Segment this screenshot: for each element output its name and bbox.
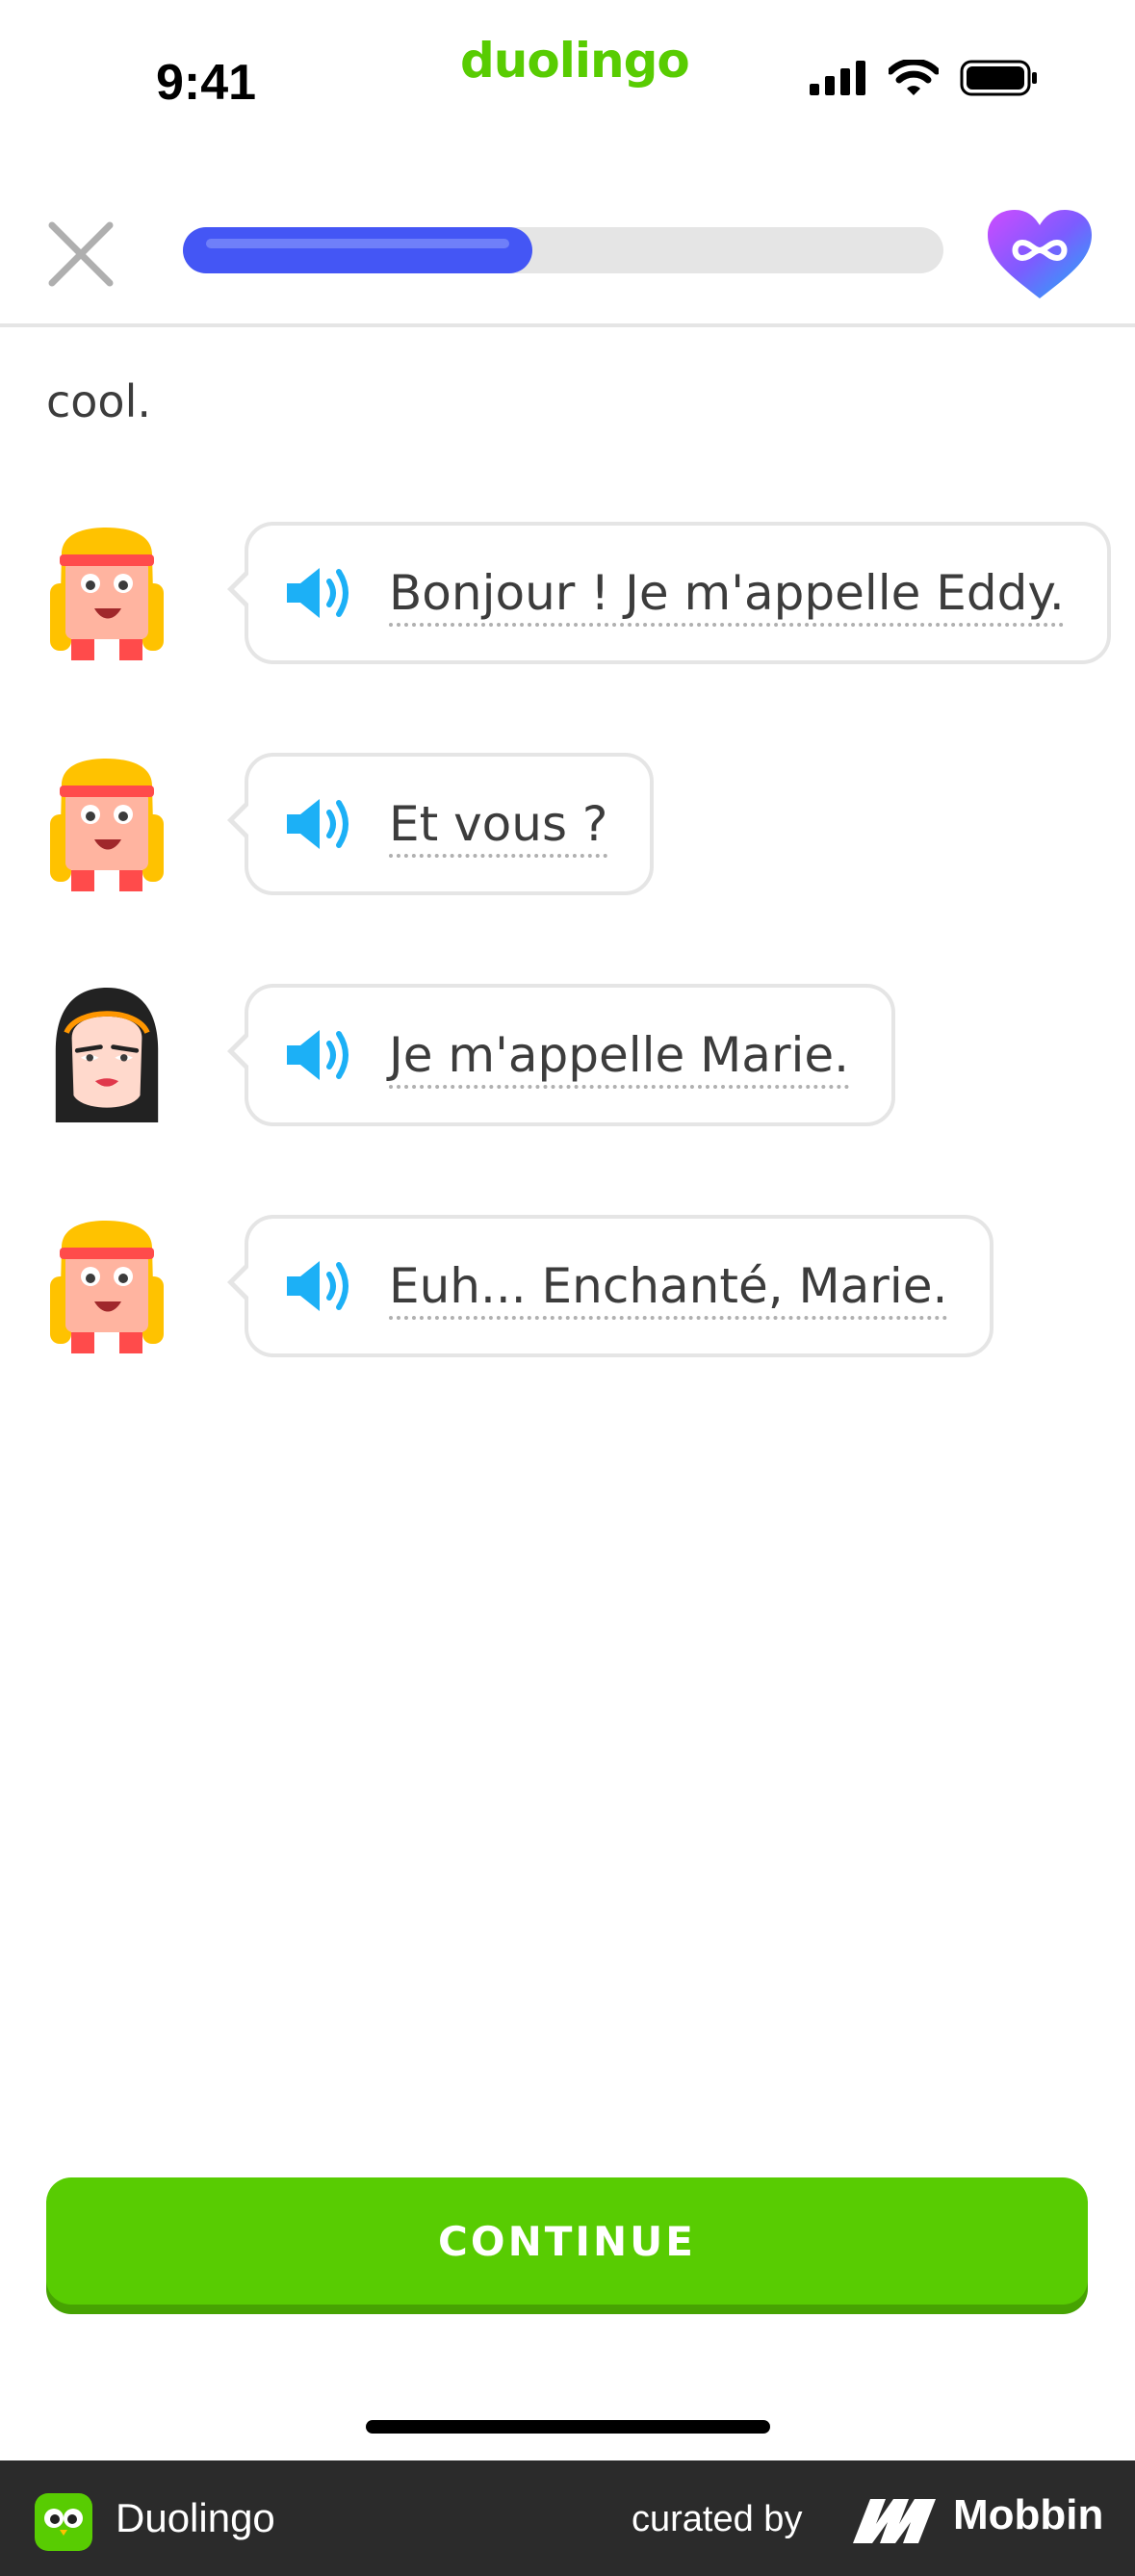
- dialogue-row: Je m'appelle Marie.: [46, 984, 896, 1126]
- speaker-icon[interactable]: [285, 795, 360, 853]
- speaker-icon[interactable]: [285, 564, 360, 622]
- dialogue-text[interactable]: Je m'appelle Marie.: [389, 1027, 849, 1083]
- dialogue-row: Bonjour ! Je m'appelle Eddy.: [46, 522, 1111, 664]
- dialogue-bubble[interactable]: Et vous ?: [226, 753, 655, 895]
- lesson-content: cool. Bonjour ! Je m'appelle Eddy. Et vo…: [0, 327, 1135, 2156]
- mobbin-brand: Mobbin: [953, 2491, 1104, 2538]
- owl-icon: [44, 2509, 83, 2536]
- status-bar: 9:41 duolingo: [0, 0, 1135, 164]
- dialogue-row: Et vous ?: [46, 753, 655, 895]
- status-time: 9:41: [156, 55, 257, 111]
- lesson-progress-fill: [183, 227, 533, 273]
- marie-avatar: [55, 988, 159, 1122]
- previous-text: cool.: [46, 375, 151, 427]
- dialogue-bubble[interactable]: Je m'appelle Marie.: [226, 984, 896, 1126]
- dialogue-bubble[interactable]: Bonjour ! Je m'appelle Eddy.: [227, 522, 1111, 664]
- eddy-avatar: [50, 528, 164, 660]
- dialogue-text[interactable]: Euh... Enchanté, Marie.: [389, 1258, 947, 1314]
- cellular-signal-icon: [810, 61, 865, 95]
- eddy-avatar: [50, 759, 164, 891]
- footer-curated-by: curated by: [632, 2499, 803, 2539]
- home-indicator: [366, 2420, 770, 2434]
- dialogue-text[interactable]: Et vous ?: [389, 796, 607, 852]
- speaker-icon[interactable]: [285, 1026, 360, 1084]
- lesson-progress-bar: [183, 227, 943, 273]
- speaker-icon[interactable]: [285, 1257, 360, 1315]
- dialogue-bubble[interactable]: Euh... Enchanté, Marie.: [226, 1215, 994, 1357]
- duolingo-logo: duolingo: [460, 33, 690, 89]
- close-icon: [48, 221, 114, 287]
- wifi-icon: [889, 60, 939, 95]
- infinite-hearts-icon[interactable]: [984, 206, 1096, 302]
- duolingo-app-icon: [35, 2493, 92, 2551]
- battery-icon: [960, 60, 1037, 96]
- footer-app-name: Duolingo: [116, 2495, 275, 2540]
- continue-button[interactable]: CONTINUE: [46, 2177, 1088, 2305]
- footer: Duolingo curated by Mobbin: [0, 2460, 1135, 2576]
- mobbin-logo-icon: [853, 2499, 936, 2543]
- lesson-header: [0, 193, 1135, 327]
- dialogue-row: Euh... Enchanté, Marie.: [46, 1215, 994, 1357]
- status-icons: [810, 60, 1039, 96]
- eddy-avatar: [50, 1221, 164, 1353]
- close-button[interactable]: [42, 216, 119, 293]
- dialogue-text[interactable]: Bonjour ! Je m'appelle Eddy.: [389, 565, 1065, 621]
- progress-shine: [206, 239, 510, 248]
